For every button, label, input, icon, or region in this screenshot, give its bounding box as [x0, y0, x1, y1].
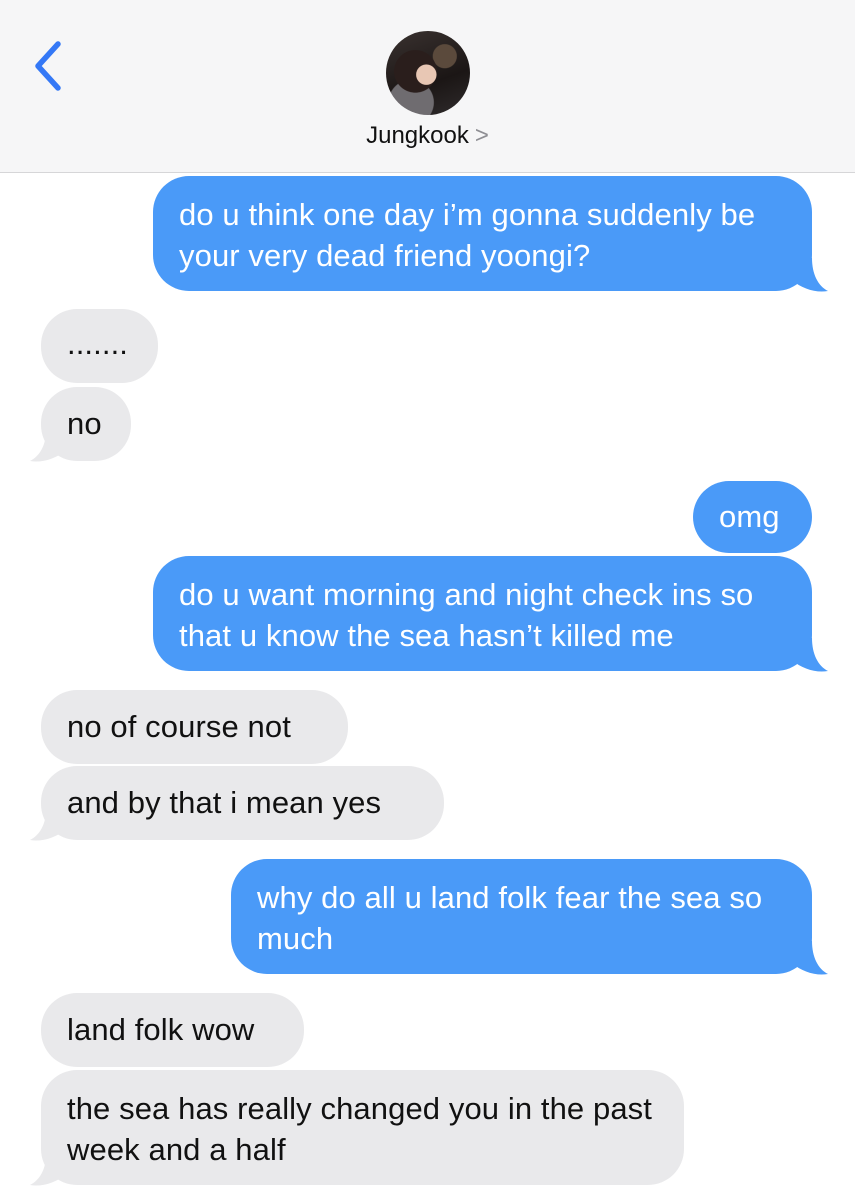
message-text: the sea has really changed you in the pa…: [67, 1091, 652, 1167]
sent-message[interactable]: omg: [693, 481, 812, 553]
sent-bubble-tail: [790, 941, 828, 975]
sent-bubble-tail: [790, 258, 828, 292]
message-text: no of course not: [67, 709, 291, 744]
sent-bubble-tail: [790, 638, 828, 672]
contact-name: Jungkook: [366, 122, 469, 149]
conversation-header: Jungkook >: [0, 0, 855, 173]
received-bubble-tail: [30, 1154, 68, 1186]
received-message[interactable]: .......: [41, 309, 158, 383]
back-chevron-icon[interactable]: [28, 38, 68, 94]
sent-message[interactable]: do u think one day i’m gonna suddenly be…: [153, 176, 812, 291]
contact-name-button[interactable]: Jungkook >: [0, 122, 855, 150]
message-text: and by that i mean yes: [67, 785, 382, 820]
received-message[interactable]: the sea has really changed you in the pa…: [41, 1070, 684, 1185]
message-text: do u think one day i’m gonna suddenly be…: [179, 197, 756, 273]
received-message[interactable]: and by that i mean yes: [41, 766, 444, 840]
sent-message[interactable]: why do all u land folk fear the sea so m…: [231, 859, 812, 974]
message-text: .......: [67, 326, 128, 361]
message-text: omg: [719, 499, 780, 534]
message-text: do u want morning and night check ins so…: [179, 577, 754, 653]
message-text: land folk wow: [67, 1012, 255, 1047]
message-text: why do all u land folk fear the sea so m…: [257, 880, 763, 956]
received-bubble-tail: [30, 430, 68, 462]
sent-message[interactable]: do u want morning and night check ins so…: [153, 556, 812, 671]
received-message[interactable]: land folk wow: [41, 993, 304, 1067]
message-text: no: [67, 406, 102, 441]
received-bubble-tail: [30, 809, 68, 841]
chevron-right-icon: >: [474, 122, 489, 149]
received-message[interactable]: no of course not: [41, 690, 348, 764]
contact-avatar[interactable]: [386, 31, 470, 115]
